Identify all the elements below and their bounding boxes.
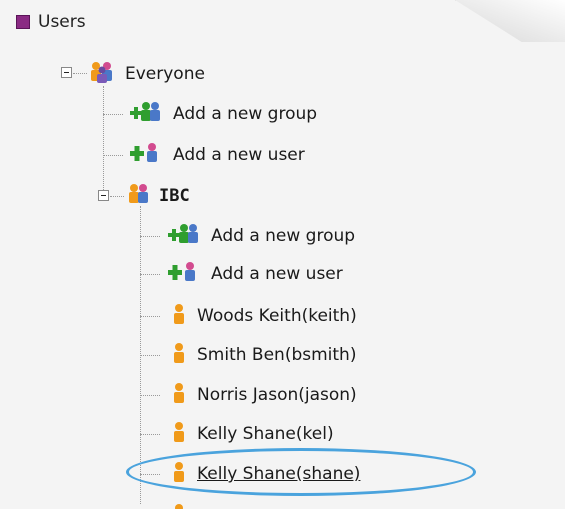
tree-line: [140, 236, 160, 237]
user-label: Woods Keith(keith): [197, 306, 357, 326]
user-label: Norris Jason(jason): [197, 385, 357, 405]
user-label: Kelly Shane(shane): [197, 464, 361, 484]
user-icon: [170, 461, 188, 488]
tree-line: [140, 316, 160, 317]
user-item[interactable]: Woods Keith(keith): [170, 303, 357, 329]
tree-line: [73, 73, 87, 74]
add-group-icon: [162, 222, 202, 251]
group-icon: [126, 182, 150, 211]
collapse-ibc-toggle[interactable]: [98, 190, 109, 201]
add-user-label: Add a new user: [173, 145, 305, 165]
user-label: Kelly Shane(kel): [197, 424, 334, 444]
tree-line: [103, 155, 123, 156]
add-group-icon: [124, 100, 164, 129]
tree-line: [140, 355, 160, 356]
tree-node-everyone[interactable]: Everyone: [88, 61, 205, 87]
user-item[interactable]: Kelly Shane(kel): [170, 421, 334, 447]
everyone-add-user[interactable]: Add a new user: [124, 142, 305, 168]
tree-node-ibc[interactable]: IBC: [126, 183, 190, 209]
tree-line: [140, 434, 160, 435]
tree-line: [110, 196, 124, 197]
user-item[interactable]: Norris Jason(jason): [170, 382, 357, 408]
tree-line: [140, 274, 160, 275]
user-item[interactable]: Smith Ben(bsmith): [170, 342, 356, 368]
tree-line: [103, 114, 123, 115]
tree-line: [103, 86, 104, 190]
user-label: Smith Ben(bsmith): [197, 345, 357, 365]
add-group-label: Add a new group: [173, 104, 318, 124]
add-group-label: Add a new group: [211, 226, 356, 246]
user-icon: [170, 421, 188, 448]
user-item-selected[interactable]: Kelly Shane(shane): [170, 461, 360, 487]
user-icon: [170, 342, 188, 369]
collapse-everyone-toggle[interactable]: [61, 67, 72, 78]
add-user-icon: [124, 141, 164, 170]
user-icon: [170, 382, 188, 409]
user-icon: [170, 500, 188, 509]
square-icon: [16, 15, 30, 29]
panel-tab-corner: [455, 0, 565, 42]
tree-root-label: Users: [38, 12, 86, 32]
tree-root[interactable]: Users: [16, 10, 86, 34]
user-icon: [170, 303, 188, 330]
tree-line: [140, 474, 160, 475]
ibc-add-user[interactable]: Add a new user: [162, 261, 343, 287]
add-user-icon: [162, 260, 202, 289]
tree-node-label: IBC: [159, 186, 190, 206]
everyone-add-group[interactable]: Add a new group: [124, 101, 317, 127]
tree-line: [140, 395, 160, 396]
add-user-label: Add a new user: [211, 264, 343, 284]
tree-node-label: Everyone: [125, 64, 205, 84]
ibc-add-group[interactable]: Add a new group: [162, 223, 355, 249]
users-tree-panel: Users Everyone Add a new group Add a new…: [0, 0, 565, 509]
group-icon: [88, 60, 116, 89]
